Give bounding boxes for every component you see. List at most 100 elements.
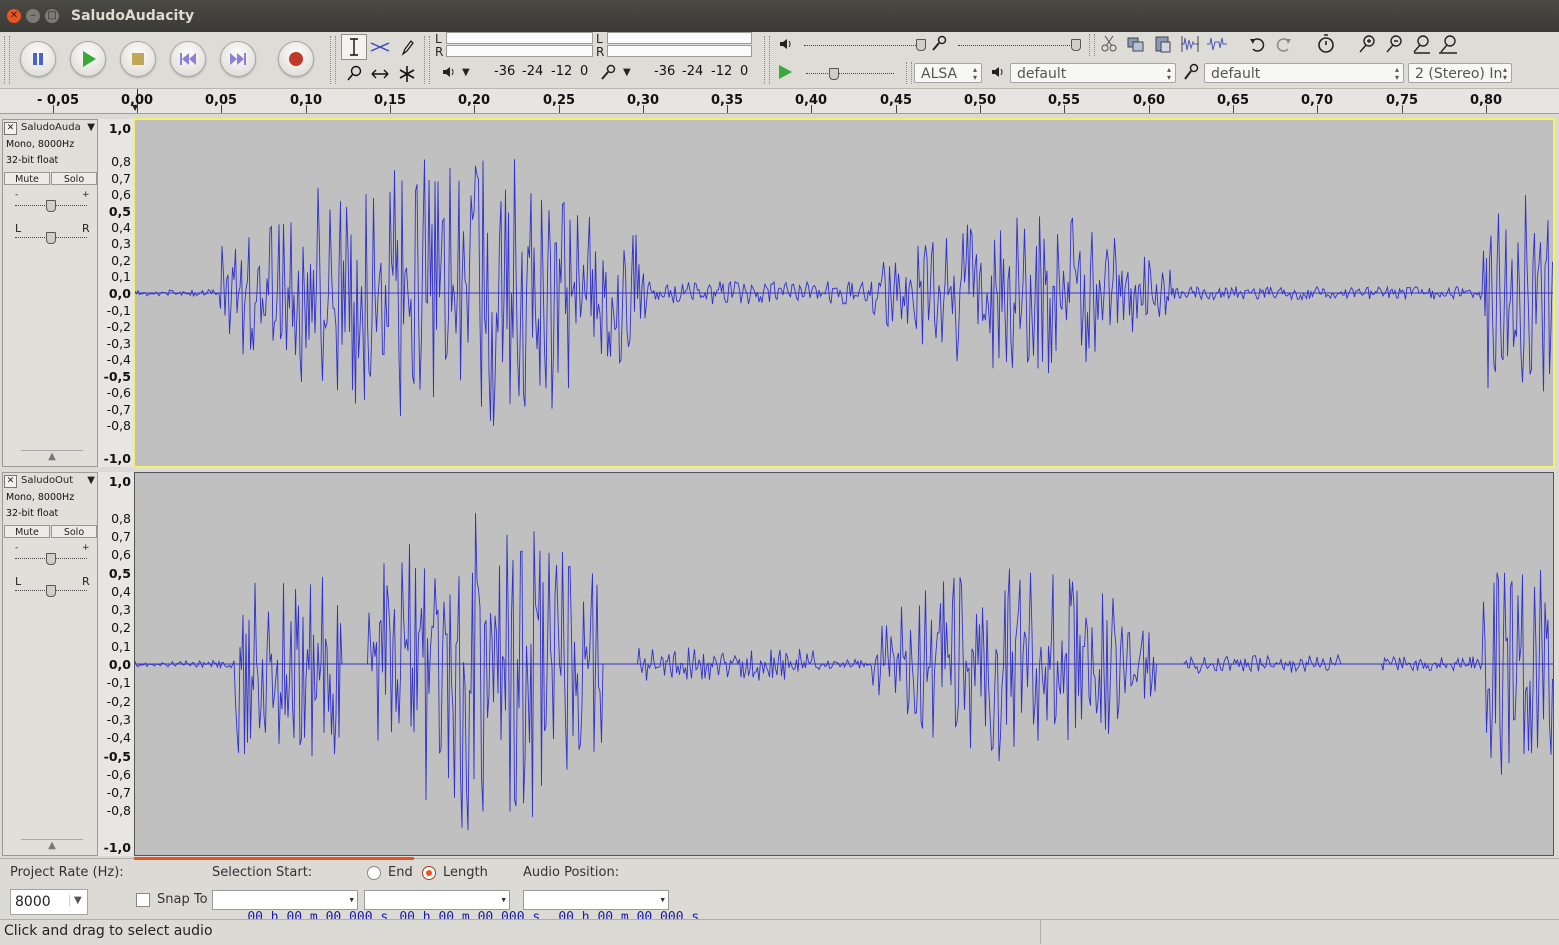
pause-button[interactable] <box>20 41 56 77</box>
silence-button[interactable] <box>1205 32 1229 56</box>
selection-tool-button[interactable] <box>341 34 367 60</box>
sync-lock-button[interactable] <box>1314 32 1338 56</box>
waveform[interactable] <box>134 472 1555 856</box>
record-meter-left[interactable] <box>607 32 752 44</box>
recording-channels-select[interactable]: 2 (Stereo) In ▴ ▾ <box>1408 63 1512 83</box>
undo-button[interactable] <box>1245 32 1269 56</box>
snap-to-checkbox[interactable] <box>136 893 150 907</box>
collapse-track-button[interactable]: ▲ <box>21 450 83 463</box>
play-at-speed-button[interactable] <box>776 63 794 81</box>
vertical-scale[interactable]: 1,0 0,8 0,7 0,6 0,5 0,4 0,3 0,2 0,1 0,0 -0,1 -0,2 -0… <box>98 472 134 856</box>
mute-button[interactable]: Mute <box>4 525 50 538</box>
timeline-ruler[interactable]: ▼ - 0,05 0,00 0,05 0,10 0,15 0,20 0,25 0,30 0,35… <box>0 89 1559 114</box>
record-meter-tick: -24 <box>682 64 704 79</box>
play-button[interactable] <box>70 41 106 77</box>
toolbar-grip[interactable] <box>1089 34 1095 56</box>
cut-button[interactable] <box>1097 32 1121 56</box>
track-close-button[interactable]: ✕ <box>4 122 17 135</box>
undo-icon <box>1250 38 1265 52</box>
redo-button[interactable] <box>1272 32 1296 56</box>
microphone-icon <box>1182 63 1200 81</box>
recording-volume-knob[interactable] <box>1071 39 1081 51</box>
toolbar-grip[interactable] <box>330 36 336 84</box>
gain-knob[interactable] <box>46 200 56 212</box>
multi-tool-button[interactable] <box>394 61 420 87</box>
recording-volume-slider[interactable] <box>958 45 1078 47</box>
recording-device-select[interactable]: default ▴ ▾ <box>1204 63 1404 83</box>
skip-to-end-button[interactable] <box>220 41 256 77</box>
envelope-tool-button[interactable] <box>367 34 393 60</box>
silence-audio-icon <box>1207 37 1227 51</box>
scale-label: -0,2 <box>106 319 131 334</box>
record-meter-tick: -12 <box>711 64 733 79</box>
selection-length-time[interactable]: 00 h 00 m 00.000 s ▾ <box>364 890 540 925</box>
recording-device-value: default <box>1211 66 1261 82</box>
paste-button[interactable] <box>1151 32 1175 56</box>
audio-position-time[interactable]: 00 h 00 m 00.000 s ▾ <box>523 890 699 925</box>
playback-meter-right[interactable] <box>446 45 593 57</box>
copy-icon <box>1127 37 1144 52</box>
track-name-menu[interactable]: SaludoAuda ▼ <box>17 121 97 135</box>
audio-host-select[interactable]: ALSA ▴ ▾ <box>914 63 982 83</box>
track-control-panel: ✕ SaludoAuda ▼ Mono, 8000Hz 32-bit float… <box>2 119 98 467</box>
collapse-arrow-icon: ▲ <box>48 840 56 851</box>
scale-label: -0,8 <box>106 803 131 818</box>
collapse-track-button[interactable]: ▲ <box>21 839 83 852</box>
fit-project-button[interactable] <box>1436 32 1460 56</box>
playback-meter-left[interactable] <box>446 32 593 44</box>
audio-host-value: ALSA <box>921 66 958 82</box>
copy-button[interactable] <box>1124 32 1148 56</box>
end-radio-label: End <box>388 865 413 880</box>
time-shift-tool-button[interactable] <box>367 61 393 87</box>
record-button[interactable] <box>278 41 314 77</box>
record-meter-right[interactable] <box>607 45 752 57</box>
solo-button[interactable]: Solo <box>51 525 97 538</box>
track-name: SaludoAuda <box>21 122 81 133</box>
playback-meter-menu-icon[interactable]: ▼ <box>462 67 470 78</box>
toolbar-grip[interactable] <box>764 36 770 84</box>
gain-knob[interactable] <box>46 553 56 565</box>
toolbar-grip[interactable] <box>424 36 430 84</box>
record-meter-menu-icon[interactable]: ▼ <box>623 67 631 78</box>
scale-label: -0,6 <box>106 385 131 400</box>
track-close-button[interactable]: ✕ <box>4 475 17 488</box>
waveform[interactable] <box>133 118 1555 468</box>
zoom-out-button[interactable] <box>1382 32 1406 56</box>
zoom-out-icon <box>1386 35 1402 53</box>
end-radio[interactable] <box>367 866 381 880</box>
zoom-in-button[interactable] <box>1355 32 1379 56</box>
pencil-icon <box>401 40 414 56</box>
track-name-menu[interactable]: SaludoOut ▼ <box>17 474 97 488</box>
zoom-tool-button[interactable] <box>341 61 367 87</box>
playback-device-select[interactable]: default ▴ ▾ <box>1010 63 1176 83</box>
pan-knob[interactable] <box>46 585 56 597</box>
project-rate-combo[interactable]: 8000 ▼ <box>10 889 88 915</box>
toolbar-grip[interactable] <box>4 36 10 84</box>
ruler-label: 0,75 <box>1386 93 1419 108</box>
draw-tool-button[interactable] <box>394 34 420 60</box>
toolbar-grip[interactable] <box>906 62 912 84</box>
window-minimize-button[interactable]: – <box>26 9 40 23</box>
vertical-scale[interactable]: 1,0 0,8 0,7 0,6 0,5 0,4 0,3 0,2 0,1 0,0 -0,1 -0,2 -0… <box>98 119 134 467</box>
solo-button[interactable]: Solo <box>51 172 97 185</box>
dropdown-arrow-icon: ▼ <box>69 895 82 906</box>
skip-to-start-button[interactable] <box>170 41 206 77</box>
length-radio[interactable] <box>422 866 436 880</box>
track-rate-info: Mono, 8000Hz <box>6 492 75 503</box>
record-meter-tick: -36 <box>654 64 676 79</box>
mute-button[interactable]: Mute <box>4 172 50 185</box>
window-close-button[interactable]: ✕ <box>7 9 21 23</box>
gain-minus-label: - <box>15 543 19 553</box>
fit-selection-button[interactable] <box>1409 32 1433 56</box>
play-speed-slider[interactable] <box>806 73 894 75</box>
dropdown-arrow-icon: ▾ <box>659 893 666 906</box>
pan-knob[interactable] <box>46 232 56 244</box>
trim-button[interactable] <box>1178 32 1202 56</box>
window-maximize-button[interactable]: □ <box>45 9 59 23</box>
selection-start-time[interactable]: 00 h 00 m 00.000 s ▾ <box>212 890 388 925</box>
play-speed-knob[interactable] <box>829 68 839 80</box>
status-text: Click and drag to select audio <box>4 923 213 939</box>
playback-volume-slider[interactable] <box>804 45 922 47</box>
playback-volume-knob[interactable] <box>916 39 926 51</box>
stop-button[interactable] <box>120 41 156 77</box>
